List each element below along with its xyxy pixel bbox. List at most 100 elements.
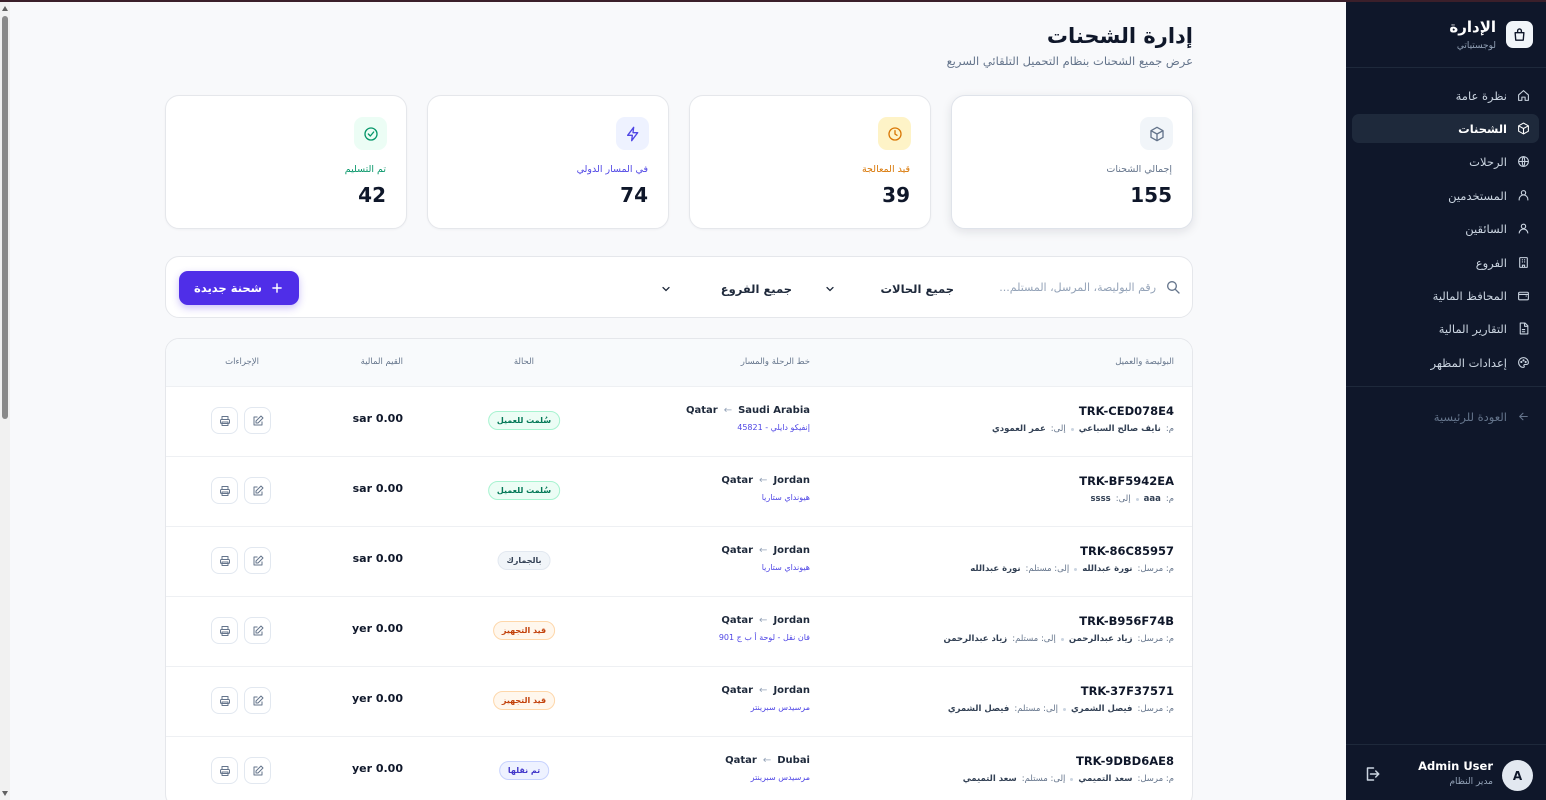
route-origin: Saudi Arabia — [738, 405, 810, 416]
route: Qatar ← Jordan — [721, 615, 810, 626]
separator-dot — [1070, 777, 1074, 781]
status-badge: سُلمت للعميل — [487, 481, 561, 500]
sidebar-item-branches[interactable]: الفروع — [1352, 248, 1539, 277]
route-origin: Jordan — [773, 475, 810, 486]
edit-button[interactable] — [244, 407, 271, 434]
scroll-down-icon[interactable] — [2, 791, 8, 796]
stat-label: تم التسليم — [344, 164, 386, 175]
print-button[interactable] — [211, 617, 238, 644]
main-content: إدارة الشحنات عرض جميع الشحنات بنظام الت… — [10, 2, 1346, 800]
print-button[interactable] — [211, 687, 238, 714]
sidebar-item-users[interactable]: المستخدمين — [1352, 181, 1539, 210]
print-button[interactable] — [211, 477, 238, 504]
filter-bar: جميع الحالات جميع الفروع شحنة جديدة — [165, 256, 1193, 318]
receiver-prefix: إلى: مستلم: — [1012, 634, 1056, 644]
table-row[interactable]: TRK-BF5942EA م: aaa إلى: ssss Qatar ← Jo… — [166, 457, 1192, 527]
awb-number: TRK-86C85957 — [1080, 544, 1174, 558]
vehicle-name: فان نقل - لوحة أ ب ج 901 — [718, 633, 810, 642]
printer-icon — [219, 765, 230, 776]
print-button[interactable] — [211, 547, 238, 574]
edit-button[interactable] — [244, 687, 271, 714]
edit-button[interactable] — [244, 757, 271, 784]
print-button[interactable] — [211, 757, 238, 784]
brand-logo-icon — [1506, 21, 1533, 48]
edit-icon — [253, 485, 263, 495]
logout-icon[interactable] — [1363, 765, 1381, 783]
scroll-up-icon[interactable] — [2, 6, 8, 11]
new-shipment-button[interactable]: شحنة جديدة — [179, 271, 299, 305]
sidebar-item-label: الشحنات — [1458, 121, 1507, 136]
sidebar-item-label: الفروع — [1475, 255, 1507, 270]
arrow-left-icon — [1518, 412, 1528, 421]
table-row[interactable]: TRK-CED078E4 م: نايف صالح السباعي إلى: ع… — [166, 387, 1192, 457]
sender-prefix: م: — [1165, 424, 1174, 434]
table-row[interactable]: TRK-37F37571 م: مرسل: فيصل الشمري إلى: م… — [166, 667, 1192, 737]
receiver-prefix: إلى: مستلم: — [1025, 564, 1070, 574]
header-actions: الإجراءات — [225, 357, 259, 367]
stat-card-transit[interactable]: في المسار الدولي 74 — [427, 95, 669, 229]
status-badge: قيد التجهيز — [492, 691, 556, 710]
status-filter-select[interactable]: جميع الحالات — [824, 279, 954, 299]
stat-label: إجمالي الشحنات — [1106, 164, 1172, 175]
table-row[interactable]: TRK-9DBD6AE8 م: مرسل: سعد التميمي إلى: م… — [166, 737, 1192, 800]
status-filter-value: جميع الحالات — [880, 282, 954, 296]
stat-card-delivered[interactable]: تم التسليم 42 — [165, 95, 407, 229]
separator-dot — [1063, 707, 1066, 711]
shipments-table: البوليصة والعميل خط الرحلة والمسار الحال… — [165, 338, 1193, 800]
sidebar-item-shipments[interactable]: الشحنات — [1352, 114, 1539, 143]
scroll-thumb[interactable] — [2, 16, 8, 419]
user-icon — [1518, 223, 1529, 234]
stat-value: 39 — [882, 183, 910, 207]
row-parties: م: مرسل: زياد عبدالرحمن إلى: مستلم: زياد… — [944, 634, 1174, 644]
edit-button[interactable] — [244, 547, 271, 574]
printer-icon — [219, 555, 230, 566]
globe-icon — [1518, 156, 1529, 167]
sidebar-item-trips[interactable]: الرحلات — [1352, 147, 1539, 176]
receiver-prefix: إلى: مستلم: — [1021, 774, 1066, 784]
route-destination: Qatar — [721, 615, 754, 626]
amount-value: sar 0.00 — [352, 552, 403, 565]
wallet-icon — [1518, 291, 1529, 301]
page-title: إدارة الشحنات — [1046, 24, 1193, 48]
edit-button[interactable] — [244, 477, 271, 504]
sidebar-item-reports[interactable]: التقارير المالية — [1352, 314, 1539, 343]
chevron-down-icon — [662, 286, 670, 292]
amount-value: yer 0.00 — [351, 622, 403, 635]
print-button[interactable] — [211, 407, 238, 434]
separator-dot — [1060, 637, 1064, 641]
sidebar-item-wallets[interactable]: المحافظ المالية — [1352, 281, 1539, 310]
vehicle-name: إنفيكو دايلي - 45821 — [737, 423, 810, 432]
page-subtitle: عرض جميع الشحنات بنظام التحميل التلقائي … — [946, 54, 1193, 68]
awb-number: TRK-37F37571 — [1080, 684, 1174, 698]
edit-button[interactable] — [244, 617, 271, 644]
table-row[interactable]: TRK-B956F74B م: مرسل: زياد عبدالرحمن إلى… — [166, 597, 1192, 667]
route: Qatar ← Jordan — [721, 475, 810, 486]
table-row[interactable]: TRK-86C85957 م: مرسل: نورة عبدالله إلى: … — [166, 527, 1192, 597]
building-icon — [1519, 257, 1528, 268]
file-icon — [1519, 322, 1529, 335]
sidebar-item-label: نظرة عامة — [1455, 88, 1507, 103]
sidebar-divider — [1346, 386, 1546, 387]
route-arrow: ← — [759, 475, 768, 486]
sender-name: فيصل الشمري — [1071, 704, 1133, 714]
stat-card-processing[interactable]: قيد المعالجة 39 — [689, 95, 931, 229]
back-to-home-link[interactable]: العودة للرئيسية — [1352, 402, 1539, 431]
clock-icon — [878, 117, 911, 150]
sidebar-item-appearance[interactable]: إعدادات المظهر — [1352, 348, 1539, 377]
sidebar: الإدارة لوجستياتي نظرة عامة الشحنات الرح… — [1346, 2, 1546, 800]
search-input[interactable] — [956, 277, 1156, 297]
avatar[interactable]: A — [1502, 760, 1533, 791]
sidebar-item-overview[interactable]: نظرة عامة — [1352, 81, 1539, 110]
sender-name: سعد التميمي — [1078, 774, 1133, 784]
sidebar-item-drivers[interactable]: السائقين — [1352, 214, 1539, 243]
amount-value: yer 0.00 — [351, 762, 403, 775]
route-destination: Qatar — [686, 405, 718, 416]
receiver-prefix: إلى: — [1050, 424, 1066, 434]
route-destination: Qatar — [721, 545, 754, 556]
header-route: خط الرحلة والمسار — [740, 357, 810, 367]
route-origin: Jordan — [773, 615, 810, 626]
receiver-prefix: إلى: مستلم: — [1014, 704, 1058, 714]
page-scrollbar[interactable] — [0, 2, 10, 800]
branch-filter-select[interactable]: جميع الفروع — [660, 279, 792, 299]
stat-card-total[interactable]: إجمالي الشحنات 155 — [951, 95, 1193, 229]
